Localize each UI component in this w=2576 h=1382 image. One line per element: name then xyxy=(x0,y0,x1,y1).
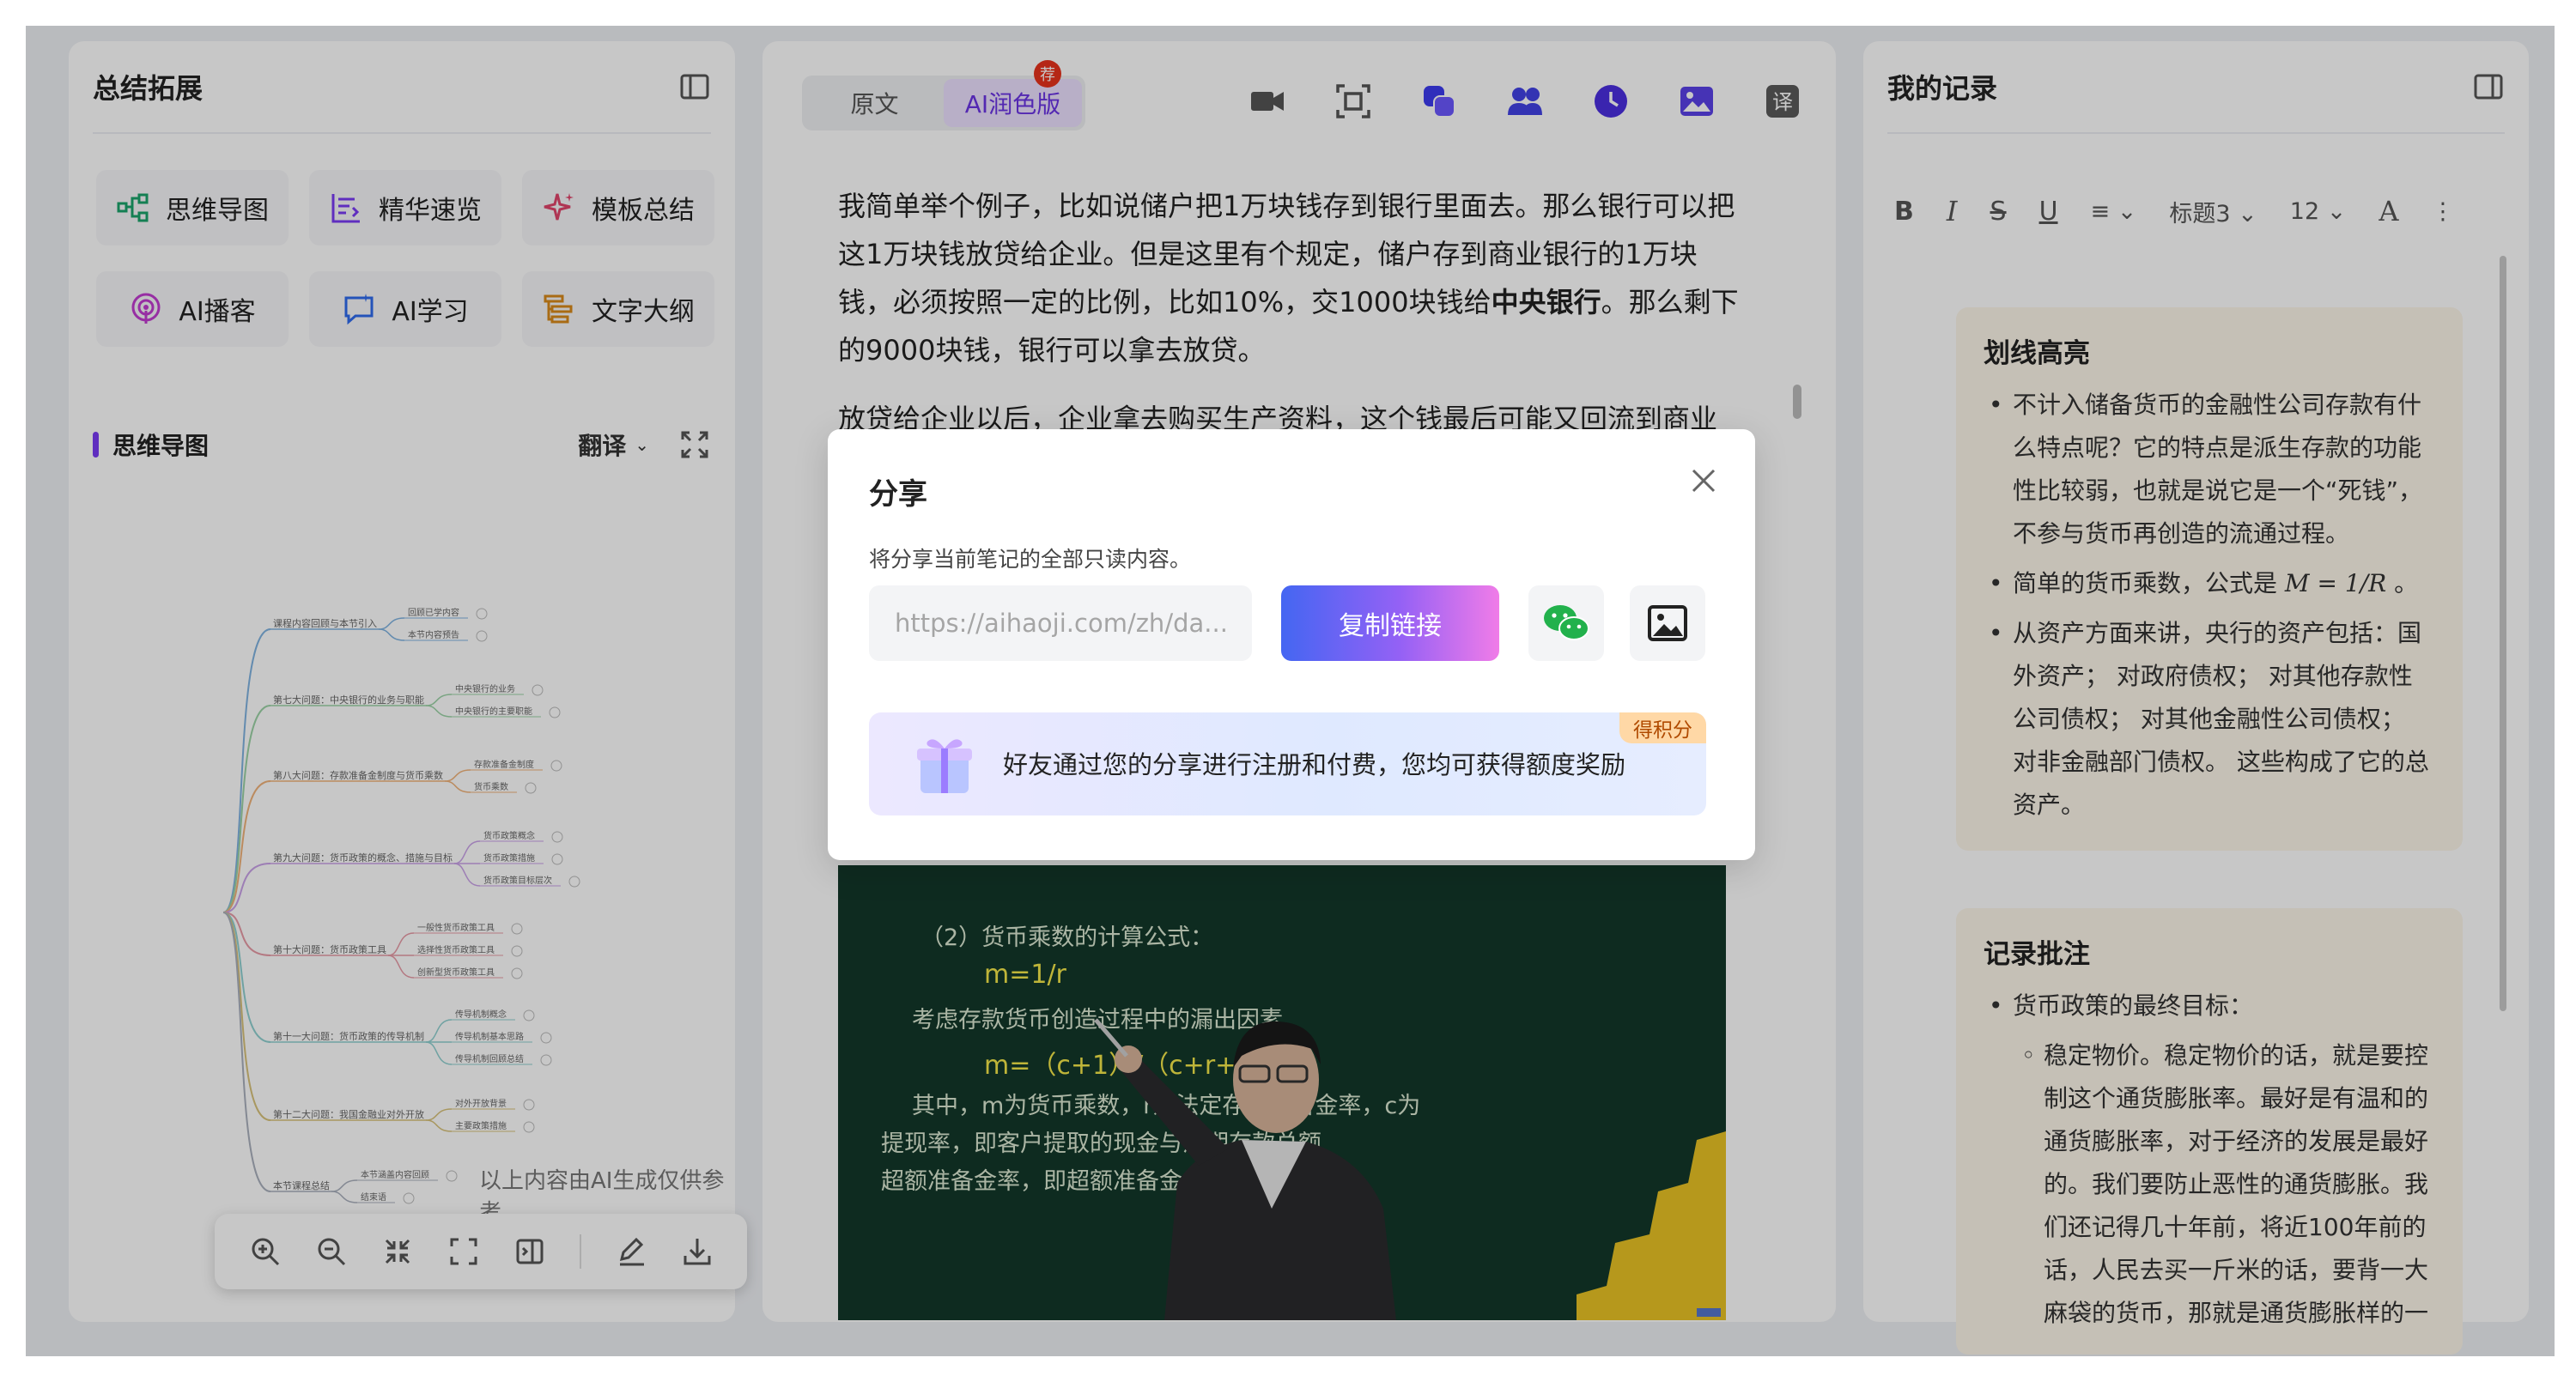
app-window: 总结拓展 思维导图 精华速览 模板总结 AI播客 AI学习 文字大纲 思维导图 … xyxy=(26,26,2555,1356)
dialog-description: 将分享当前笔记的全部只读内容。 xyxy=(869,547,1192,572)
referral-promo-banner[interactable]: 好友通过您的分享进行注册和付费，您均可获得额度奖励 得积分 xyxy=(869,712,1706,815)
share-dialog: 分享 将分享当前笔记的全部只读内容。 复制链接 好友通过您的分享进行注册和付费，… xyxy=(828,429,1755,860)
share-wechat-button[interactable] xyxy=(1528,585,1604,661)
copy-link-button[interactable]: 复制链接 xyxy=(1281,585,1499,661)
wechat-icon xyxy=(1544,605,1589,640)
close-icon[interactable] xyxy=(1686,464,1721,498)
share-link-input[interactable] xyxy=(869,585,1252,661)
share-image-button[interactable] xyxy=(1630,585,1705,661)
dialog-title: 分享 xyxy=(869,477,927,512)
promo-text: 好友通过您的分享进行注册和付费，您均可获得额度奖励 xyxy=(1003,750,1626,779)
image-icon xyxy=(1648,605,1687,641)
gift-icon xyxy=(917,739,972,793)
points-badge: 得积分 xyxy=(1619,712,1706,743)
